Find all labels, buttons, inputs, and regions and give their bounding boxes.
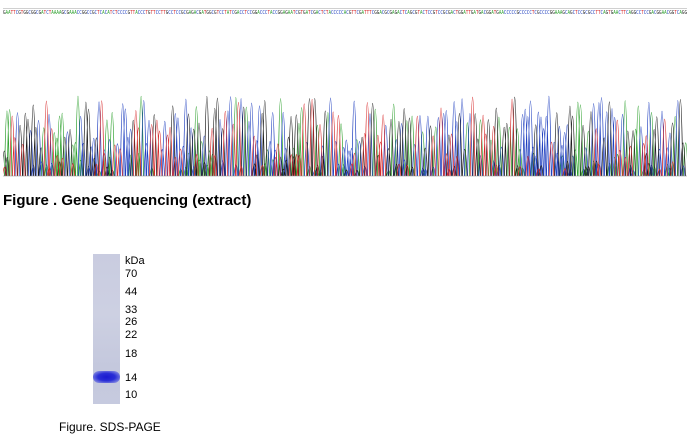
marker-unit: kDa [125, 255, 145, 267]
marker-label: 18 [125, 348, 138, 360]
sequencing-chromatogram [3, 96, 687, 177]
marker-label: 33 [125, 304, 138, 316]
base-call-text: GAATTCGTGGCGGCGATCTAAAAGCGAAACCGGCCGCTCA… [3, 10, 687, 15]
marker-label: 10 [125, 389, 138, 401]
sds-page-figure-caption: Figure. SDS-PAGE [59, 420, 161, 434]
marker-label: 44 [125, 286, 138, 298]
marker-label: 70 [125, 268, 138, 280]
protein-band [93, 371, 120, 383]
marker-label: 14 [125, 372, 138, 384]
sequence-base-letters: GAATTCGTGGCGGCGATCTAAAAGCGAAACCGGCCGCTCA… [3, 10, 687, 16]
marker-label: 22 [125, 329, 138, 341]
trace-c [14, 96, 686, 177]
sequencing-figure-caption: Figure . Gene Sequencing (extract) [3, 192, 252, 209]
sequence-base-calls: GAATTCGTGGCGGCGATCTAAAAGCGAAACCGGCCGCTCA… [3, 2, 687, 16]
marker-label: 26 [125, 316, 138, 328]
